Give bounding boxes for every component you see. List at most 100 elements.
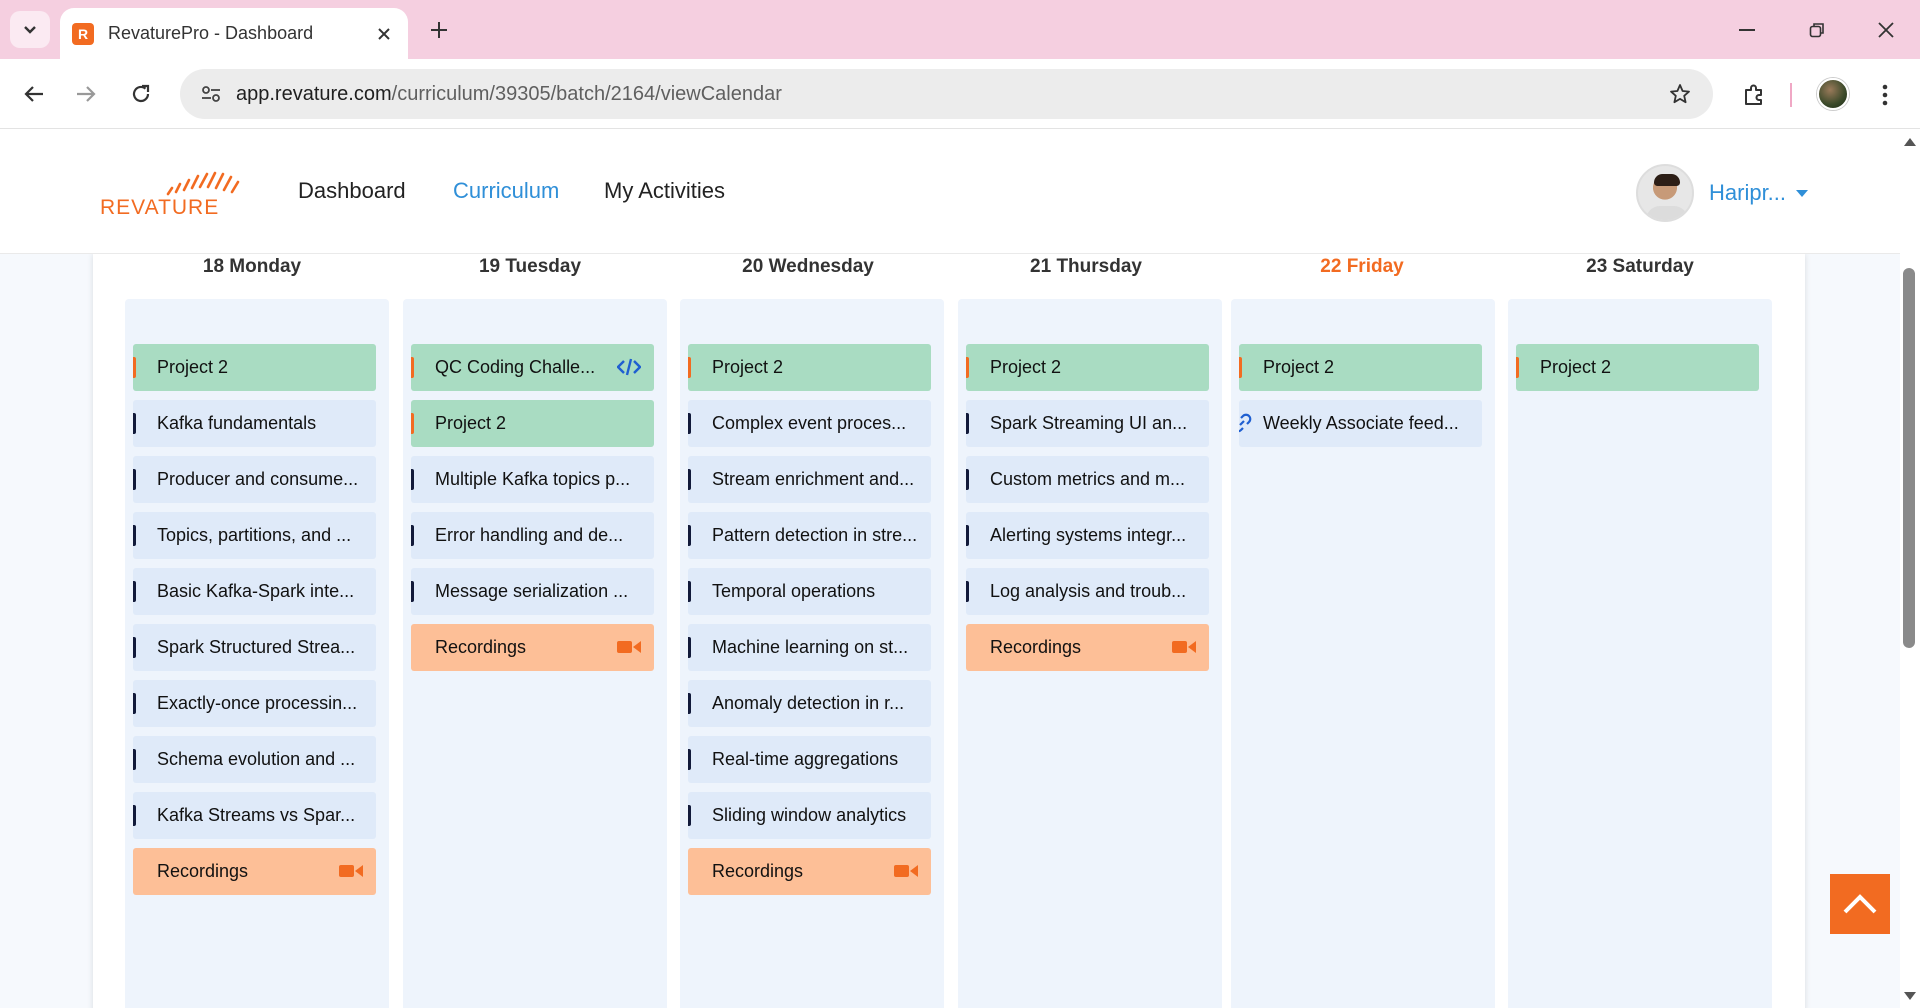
page-scrollbar[interactable]	[1900, 130, 1920, 1008]
browser-profile-avatar[interactable]	[1817, 78, 1849, 110]
topic-item[interactable]: Complex event proces...	[688, 400, 931, 447]
item-label: Project 2	[990, 357, 1062, 377]
item-marker	[688, 637, 691, 658]
scroll-down-arrow-icon[interactable]	[1904, 992, 1916, 1000]
item-marker	[133, 693, 136, 714]
minimize-button[interactable]	[1727, 12, 1767, 48]
item-marker	[133, 469, 136, 490]
recordings-item[interactable]: Recordings	[133, 848, 376, 895]
project-item[interactable]: Project 2	[1239, 344, 1482, 391]
recordings-item[interactable]: Recordings	[411, 624, 654, 671]
topic-item[interactable]: Machine learning on st...	[688, 624, 931, 671]
topic-item[interactable]: Weekly Associate feed...	[1239, 400, 1482, 447]
topic-item[interactable]: Basic Kafka-Spark inte...	[133, 568, 376, 615]
topic-item[interactable]: Real-time aggregations	[688, 736, 931, 783]
project-item[interactable]: QC Coding Challe...	[411, 344, 654, 391]
arrow-right-icon	[77, 86, 96, 102]
topic-item[interactable]: Producer and consume...	[133, 456, 376, 503]
day-column: Project 2 Kafka fundamentals Producer and …	[125, 299, 389, 1008]
topic-item[interactable]: Spark Structured Strea...	[133, 624, 376, 671]
reload-button[interactable]	[123, 76, 159, 112]
item-label: Complex event proces...	[712, 413, 907, 433]
project-item[interactable]: Project 2	[688, 344, 931, 391]
topic-item[interactable]: Anomaly detection in r...	[688, 680, 931, 727]
day-header: 22 Friday	[1320, 256, 1404, 277]
item-marker	[411, 581, 414, 602]
topic-item[interactable]: Message serialization ...	[411, 568, 654, 615]
user-avatar[interactable]	[1636, 164, 1694, 222]
project-item[interactable]: Project 2	[966, 344, 1209, 391]
item-marker	[133, 581, 136, 602]
item-label: Project 2	[1263, 357, 1335, 377]
scrollbar-thumb[interactable]	[1903, 268, 1915, 648]
item-label: Anomaly detection in r...	[712, 693, 905, 713]
topic-item[interactable]: Spark Streaming UI an...	[966, 400, 1209, 447]
topic-item[interactable]: Stream enrichment and...	[688, 456, 931, 503]
day-column: Project 2 Weekly Associate feed...	[1231, 299, 1495, 1008]
topic-item[interactable]: Sliding window analytics	[688, 792, 931, 839]
project-item[interactable]: Project 2	[1516, 344, 1759, 391]
bookmark-star-icon[interactable]	[1665, 79, 1695, 109]
reload-icon	[132, 84, 150, 103]
extensions-icon[interactable]	[1736, 77, 1772, 113]
item-label: Topics, partitions, and ...	[157, 525, 352, 545]
topic-item[interactable]: Alerting systems integr...	[966, 512, 1209, 559]
scroll-to-top-button[interactable]	[1830, 874, 1890, 934]
item-label: Schema evolution and ...	[157, 749, 356, 769]
project-item[interactable]: Project 2	[133, 344, 376, 391]
topic-item[interactable]: Multiple Kafka topics p...	[411, 456, 654, 503]
topic-item[interactable]: Kafka Streams vs Spar...	[133, 792, 376, 839]
topic-item[interactable]: Pattern detection in stre...	[688, 512, 931, 559]
item-label: Project 2	[435, 413, 507, 433]
topic-item[interactable]: Kafka fundamentals	[133, 400, 376, 447]
topic-item[interactable]: Error handling and de...	[411, 512, 654, 559]
tab-close-icon[interactable]	[370, 20, 398, 48]
revature-logo[interactable]: REVATURE	[100, 170, 246, 220]
day-header: 18 Monday	[202, 256, 302, 277]
address-bar[interactable]: app.revature.com/curriculum/39305/batch/…	[180, 69, 1713, 119]
item-marker	[133, 749, 136, 770]
recordings-item[interactable]: Recordings	[966, 624, 1209, 671]
nav-dashboard[interactable]: Dashboard	[298, 178, 406, 204]
url-path: /curriculum/39305/batch/2164/viewCalenda…	[391, 82, 782, 105]
topic-item[interactable]: Exactly-once processin...	[133, 680, 376, 727]
back-button[interactable]	[16, 76, 52, 112]
recordings-item[interactable]: Recordings	[688, 848, 931, 895]
item-label: Recordings	[157, 861, 249, 881]
nav-curriculum[interactable]: Curriculum	[453, 178, 559, 204]
topic-item[interactable]: Temporal operations	[688, 568, 931, 615]
item-marker	[688, 357, 691, 378]
user-name[interactable]: Haripr...	[1709, 180, 1786, 206]
day-header: 21 Thursday	[1030, 256, 1142, 277]
browser-menu-icon[interactable]	[1870, 77, 1900, 113]
nav-my-activities[interactable]: My Activities	[604, 178, 725, 204]
forward-button[interactable]	[68, 76, 104, 112]
project-item[interactable]: Project 2	[411, 400, 654, 447]
item-marker	[688, 749, 691, 770]
logo-text: REVATURE	[100, 196, 220, 219]
close-window-button[interactable]	[1866, 12, 1906, 48]
video-camera-icon	[1171, 636, 1197, 658]
item-marker	[133, 525, 136, 546]
topic-item[interactable]: Topics, partitions, and ...	[133, 512, 376, 559]
topic-item[interactable]: Custom metrics and m...	[966, 456, 1209, 503]
day-column: QC Coding Challe... Project 2 Multiple Kaf…	[403, 299, 667, 1008]
browser-toolbar: app.revature.com/curriculum/39305/batch/…	[0, 59, 1920, 129]
tab-search-button[interactable]	[10, 11, 50, 48]
topic-item[interactable]: Log analysis and troub...	[966, 568, 1209, 615]
topic-item[interactable]: Schema evolution and ...	[133, 736, 376, 783]
chevron-down-icon	[24, 25, 36, 34]
user-menu-caret-icon[interactable]	[1796, 190, 1808, 197]
item-label: Recordings	[712, 861, 804, 881]
browser-tab[interactable]: R RevaturePro - Dashboard	[60, 8, 408, 59]
item-marker	[966, 413, 969, 434]
scroll-up-arrow-icon[interactable]	[1904, 138, 1916, 146]
new-tab-button[interactable]	[424, 15, 454, 45]
item-marker	[688, 581, 691, 602]
browser-tab-bar: R RevaturePro - Dashboard	[0, 0, 1920, 59]
restore-button[interactable]	[1797, 12, 1837, 48]
site-info-icon[interactable]	[194, 77, 228, 111]
item-marker	[1239, 357, 1242, 378]
item-label: Real-time aggregations	[712, 749, 899, 769]
item-marker	[966, 581, 969, 602]
